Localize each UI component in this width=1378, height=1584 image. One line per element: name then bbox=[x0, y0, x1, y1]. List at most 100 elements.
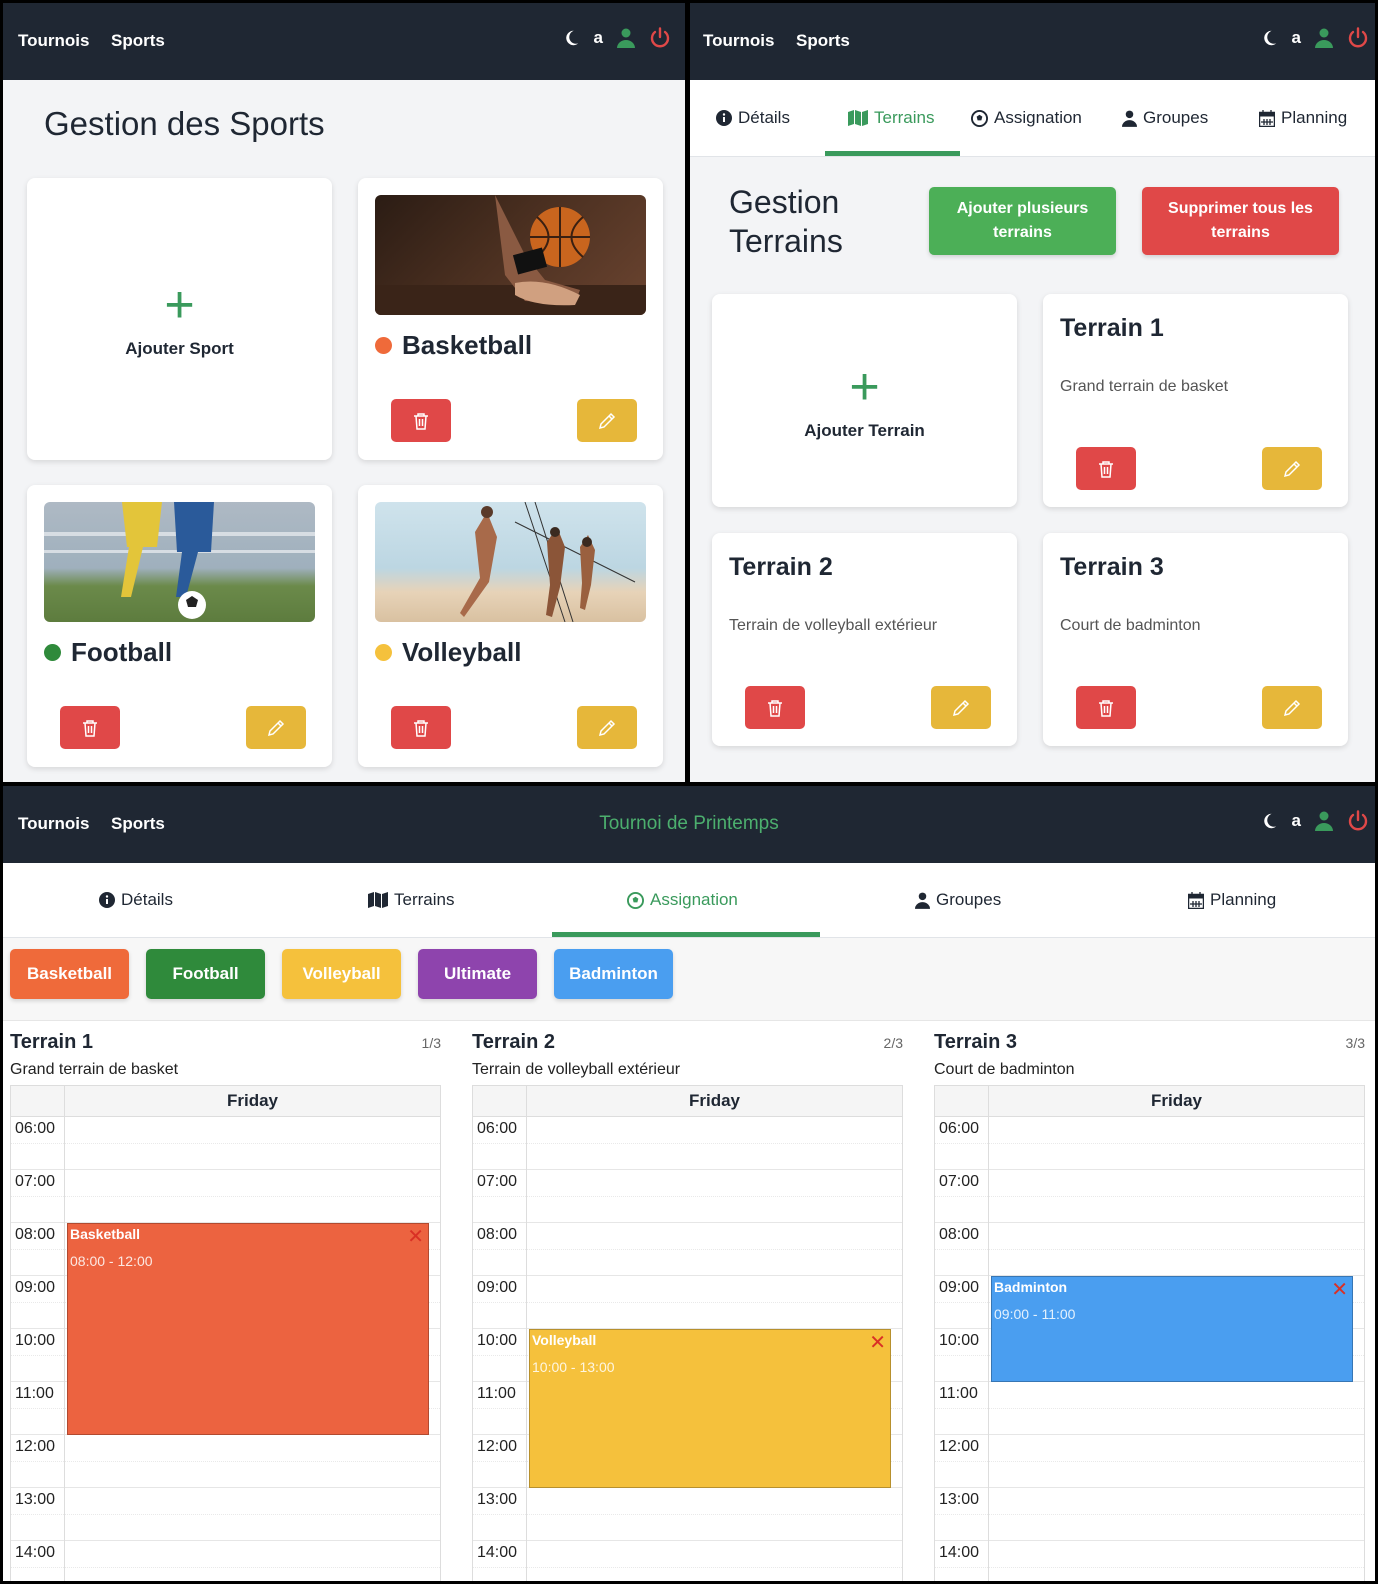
calendar-slot[interactable] bbox=[473, 1223, 902, 1250]
terrain-card: Terrain 3 Court de badminton bbox=[1043, 533, 1348, 746]
add-sport-card[interactable]: + Ajouter Sport bbox=[27, 178, 332, 460]
calendar-slot[interactable] bbox=[935, 1409, 1364, 1435]
delete-terrain-button[interactable] bbox=[1076, 686, 1136, 729]
calendar-slot[interactable] bbox=[473, 1197, 902, 1223]
user-icon[interactable] bbox=[1315, 28, 1333, 48]
calendar-slot[interactable] bbox=[935, 1462, 1364, 1488]
calendar-slot[interactable] bbox=[11, 1144, 440, 1170]
moon-icon[interactable] bbox=[1260, 29, 1278, 47]
user-icon[interactable] bbox=[617, 28, 635, 48]
sport-chip-basketball[interactable]: Basketball bbox=[10, 949, 129, 999]
calendar-slot[interactable] bbox=[11, 1568, 440, 1582]
calendar-slot[interactable] bbox=[935, 1223, 1364, 1250]
delete-sport-button[interactable] bbox=[391, 706, 451, 749]
sport-name-basketball: Basketball bbox=[375, 330, 532, 361]
calendar-slot[interactable] bbox=[935, 1435, 1364, 1462]
tournament-title[interactable]: Tournoi de Printemps bbox=[3, 813, 1375, 835]
tab-planning[interactable]: Planning bbox=[1188, 863, 1276, 937]
assigned-event[interactable]: Volleyball 10:00 - 13:00 ✕ bbox=[529, 1329, 891, 1488]
calendar-slot[interactable] bbox=[473, 1568, 902, 1582]
sport-name-text: Football bbox=[71, 637, 173, 667]
calendar-slot[interactable] bbox=[473, 1117, 902, 1144]
calendar-day-header: Friday bbox=[988, 1086, 1364, 1117]
add-multiple-terrains-button[interactable]: Ajouter plusieurs terrains bbox=[929, 187, 1116, 255]
calendar-slot[interactable] bbox=[11, 1515, 440, 1541]
tab-terrains[interactable]: Terrains bbox=[848, 80, 934, 156]
delete-terrain-button[interactable] bbox=[1076, 447, 1136, 490]
tab-details[interactable]: Détails bbox=[99, 863, 173, 937]
calendar-slot[interactable] bbox=[473, 1170, 902, 1197]
terrain-column: Terrain 2 2/3 Terrain de volleyball extéri… bbox=[465, 1021, 911, 1581]
moon-icon[interactable] bbox=[562, 29, 580, 47]
calendar-slot[interactable] bbox=[935, 1488, 1364, 1515]
tab-details[interactable]: Détails bbox=[716, 80, 790, 156]
calendar-slot[interactable] bbox=[473, 1488, 902, 1515]
day-calendar: Friday 06:00 07:00 08:00 09:00 10:00 11:00 12:0… bbox=[472, 1085, 903, 1581]
calendar-slot[interactable] bbox=[935, 1515, 1364, 1541]
tab-terrains[interactable]: Terrains bbox=[368, 863, 454, 937]
calendar-slot[interactable] bbox=[11, 1170, 440, 1197]
calendar-slot[interactable] bbox=[473, 1276, 902, 1303]
nav-tournois-link[interactable]: Tournois bbox=[18, 31, 89, 51]
delete-all-terrains-button[interactable]: Supprimer tous les terrains bbox=[1142, 187, 1339, 255]
calendar-slot[interactable] bbox=[935, 1568, 1364, 1582]
nav-tournois-link[interactable]: Tournois bbox=[18, 814, 89, 834]
edit-sport-button[interactable] bbox=[577, 706, 637, 749]
calendar-slot[interactable] bbox=[473, 1541, 902, 1568]
delete-terrain-button[interactable] bbox=[745, 686, 805, 729]
calendar-slot[interactable] bbox=[935, 1170, 1364, 1197]
calendar-slot[interactable] bbox=[11, 1117, 440, 1144]
calendar-slot[interactable] bbox=[935, 1541, 1364, 1568]
assigned-event[interactable]: Badminton 09:00 - 11:00 ✕ bbox=[991, 1276, 1353, 1382]
edit-terrain-button[interactable] bbox=[1262, 447, 1322, 490]
time-label: 06:00 bbox=[939, 1120, 980, 1137]
edit-sport-button[interactable] bbox=[577, 399, 637, 442]
terrain-name: Terrain 3 bbox=[1060, 553, 1164, 581]
nav-sports-link[interactable]: Sports bbox=[796, 31, 850, 51]
power-icon[interactable] bbox=[1347, 810, 1369, 832]
add-terrain-card[interactable]: + Ajouter Terrain bbox=[712, 294, 1017, 507]
calendar-slot[interactable] bbox=[935, 1250, 1364, 1276]
calendar-slot[interactable] bbox=[473, 1250, 902, 1276]
calendar-slot[interactable] bbox=[473, 1303, 902, 1329]
edit-terrain-button[interactable] bbox=[931, 686, 991, 729]
user-icon[interactable] bbox=[1315, 811, 1333, 831]
delete-sport-button[interactable] bbox=[60, 706, 120, 749]
nav-sports-link[interactable]: Sports bbox=[111, 814, 165, 834]
calendar-slot[interactable] bbox=[473, 1515, 902, 1541]
close-icon[interactable]: ✕ bbox=[407, 1224, 424, 1249]
edit-sport-button[interactable] bbox=[246, 706, 306, 749]
power-icon[interactable] bbox=[1347, 27, 1369, 49]
sport-chip-badminton[interactable]: Badminton bbox=[554, 949, 673, 999]
tab-groupes[interactable]: Groupes bbox=[1122, 80, 1208, 156]
tab-planning[interactable]: Planning bbox=[1259, 80, 1347, 156]
calendar-slot[interactable] bbox=[935, 1117, 1364, 1144]
calendar-slot[interactable] bbox=[11, 1541, 440, 1568]
assigned-event[interactable]: Basketball 08:00 - 12:00 ✕ bbox=[67, 1223, 429, 1435]
nav-sports-link[interactable]: Sports bbox=[111, 31, 165, 51]
pencil-icon bbox=[598, 412, 616, 429]
calendar-slot[interactable] bbox=[11, 1435, 440, 1462]
tab-assignation[interactable]: Assignation bbox=[971, 80, 1082, 156]
time-label: 08:00 bbox=[939, 1226, 980, 1243]
power-icon[interactable] bbox=[649, 27, 671, 49]
calendar-slot[interactable] bbox=[935, 1382, 1364, 1409]
calendar-slot[interactable] bbox=[473, 1144, 902, 1170]
close-icon[interactable]: ✕ bbox=[869, 1330, 886, 1355]
sport-chip-volleyball[interactable]: Volleyball bbox=[282, 949, 401, 999]
edit-terrain-button[interactable] bbox=[1262, 686, 1322, 729]
moon-icon[interactable] bbox=[1260, 812, 1278, 830]
calendar-slot[interactable] bbox=[11, 1197, 440, 1223]
calendar-slot[interactable] bbox=[935, 1144, 1364, 1170]
tab-groupes[interactable]: Groupes bbox=[915, 863, 1001, 937]
tab-assignation[interactable]: Assignation bbox=[627, 863, 738, 937]
calendar-slot[interactable] bbox=[11, 1488, 440, 1515]
close-icon[interactable]: ✕ bbox=[1331, 1277, 1348, 1302]
delete-sport-button[interactable] bbox=[391, 399, 451, 442]
calendar-slot[interactable] bbox=[935, 1197, 1364, 1223]
nav-tournois-link[interactable]: Tournois bbox=[703, 31, 774, 51]
event-time-range: 09:00 - 11:00 bbox=[994, 1306, 1076, 1322]
sport-chip-football[interactable]: Football bbox=[146, 949, 265, 999]
calendar-slot[interactable] bbox=[11, 1462, 440, 1488]
sport-chip-ultimate[interactable]: Ultimate bbox=[418, 949, 537, 999]
